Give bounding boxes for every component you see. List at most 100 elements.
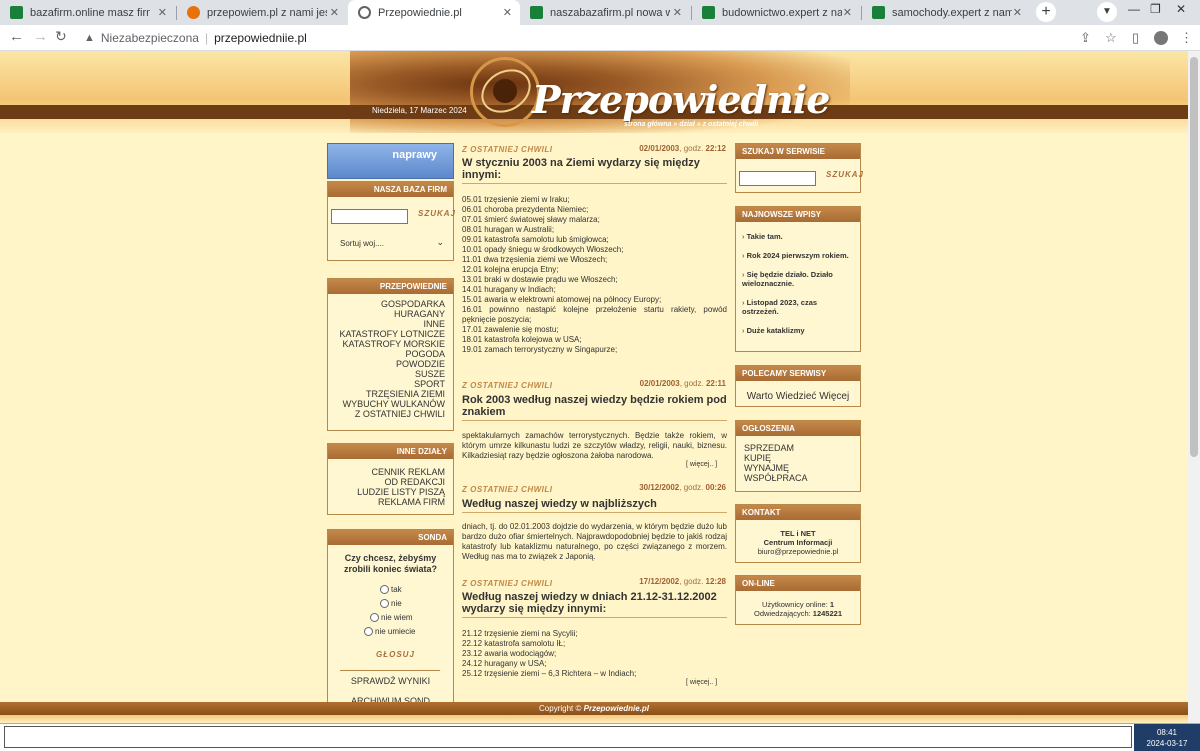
ad-link[interactable]: WSPÓŁPRACA <box>744 473 860 483</box>
box-heading: POLECAMY SERWISY <box>736 366 860 381</box>
security-label: Niezabezpieczona <box>100 31 199 45</box>
category-link[interactable]: KATASTROFY MORSKIE <box>328 339 445 349</box>
close-tab-icon[interactable]: ✕ <box>843 6 852 19</box>
article-category[interactable]: Z OSTATNIEJ CHWILI <box>462 381 552 390</box>
new-tab-button[interactable]: + <box>1036 2 1056 22</box>
side-panel-icon[interactable]: ▯ <box>1132 30 1139 46</box>
system-clock[interactable]: 08:41 2024-03-17 <box>1134 724 1200 751</box>
check-results-link[interactable]: SPRAWDŹ WYNIKI <box>328 676 453 686</box>
breadcrumb[interactable]: strona główna » dział » z ostatniej chwi… <box>624 121 758 128</box>
company-search-button[interactable]: SZUKAJ <box>418 209 456 218</box>
radio-icon[interactable] <box>380 585 389 595</box>
poll-option[interactable]: nie wiem <box>370 613 413 623</box>
company-search-input[interactable] <box>331 209 408 224</box>
restore-icon[interactable]: ❐ <box>1150 2 1161 16</box>
minimize-icon[interactable]: — <box>1128 2 1140 16</box>
category-link[interactable]: WYBUCHY WULKANÓW <box>328 399 445 409</box>
article-date: 30/12/2002, godz. 00:26 <box>639 483 726 492</box>
more-link[interactable]: [ więcej.. ] <box>686 461 717 468</box>
article-title[interactable]: Według naszej wiedzy w najbliższych <box>462 498 727 513</box>
close-tab-icon[interactable]: ✕ <box>503 6 512 19</box>
naprawy-banner[interactable]: naprawy <box>327 143 454 179</box>
post-link[interactable]: Takie tam. <box>742 232 854 241</box>
bookmark-star-icon[interactable]: ☆ <box>1105 30 1117 46</box>
section-link[interactable]: CENNIK REKLAM <box>328 467 445 477</box>
close-tab-icon[interactable]: ✕ <box>158 6 167 19</box>
article-date: 02/01/2003, godz. 22:11 <box>639 379 726 388</box>
box-heading: KONTAKT <box>736 505 860 520</box>
site-logo[interactable]: Przepowiednie <box>532 77 830 122</box>
forward-arrow-icon[interactable]: → <box>33 28 48 45</box>
share-icon[interactable]: ⇪ <box>1080 30 1091 46</box>
radio-icon[interactable] <box>370 613 379 623</box>
poll-option[interactable]: tak <box>380 585 402 595</box>
radio-icon[interactable] <box>380 599 389 609</box>
post-link[interactable]: Listopad 2023, czas ostrzeżeń. <box>742 298 854 316</box>
category-link[interactable]: KATASTROFY LOTNICZE <box>328 329 445 339</box>
article-category[interactable]: Z OSTATNIEJ CHWILI <box>462 579 552 588</box>
contact-line: TEL i NET <box>780 529 816 538</box>
vote-button[interactable]: GŁOSUJ <box>376 650 415 659</box>
profile-avatar[interactable] <box>1154 31 1168 45</box>
radio-icon[interactable] <box>364 627 373 637</box>
close-window-icon[interactable]: ✕ <box>1176 2 1186 16</box>
category-link[interactable]: INNE <box>328 319 445 329</box>
article-title[interactable]: Według naszej wiedzy w dniach 21.12-31.1… <box>462 591 727 618</box>
post-link[interactable]: Się będzie działo. Działo wieloznacznie. <box>742 270 854 288</box>
close-tab-icon[interactable]: ✕ <box>673 6 682 19</box>
article-body: 21.12 trzęsienie ziemi na Sycylii; 22.12… <box>462 629 637 678</box>
tab-przepowiem[interactable]: przepowiem.pl z nami jesteś zn ✕ <box>177 0 347 25</box>
contact-email[interactable]: biuro@przepowiednie.pl <box>736 547 860 556</box>
back-arrow-icon[interactable]: ← <box>9 28 24 45</box>
category-link[interactable]: POWODZIE <box>328 359 445 369</box>
category-link[interactable]: SPORT <box>328 379 445 389</box>
category-link[interactable]: Z OSTATNIEJ CHWILI <box>328 409 445 419</box>
menu-kebab-icon[interactable]: ⋮ <box>1180 30 1193 46</box>
post-link[interactable]: Duże kataklizmy <box>742 326 854 335</box>
article-category[interactable]: Z OSTATNIEJ CHWILI <box>462 145 552 154</box>
newest-posts-box: NAJNOWSZE WPISY Takie tam. Rok 2024 pier… <box>735 206 861 352</box>
scrollbar-thumb[interactable] <box>1190 57 1198 457</box>
section-link[interactable]: OD REDAKCJI <box>328 477 445 487</box>
taskbar-input[interactable] <box>4 726 1132 748</box>
region-select[interactable]: Sortuj woj.... ⌄ <box>336 236 446 251</box>
tab-bazafirm[interactable]: bazafirm.online masz firmę kup ✕ <box>0 0 175 25</box>
more-link[interactable]: [ więcej.. ] <box>686 679 717 686</box>
section-link[interactable]: LUDZIE LISTY PISZĄ <box>328 487 445 497</box>
reload-icon[interactable]: ↻ <box>55 28 67 45</box>
article-title[interactable]: Rok 2003 według naszej wiedzy będzie rok… <box>462 394 727 421</box>
site-search-input[interactable] <box>739 171 816 186</box>
article-title[interactable]: W styczniu 2003 na Ziemi wydarzy się mię… <box>462 157 727 184</box>
article-body: dniach, tj. do 02.01.2003 dojdzie do wyd… <box>462 522 727 561</box>
tab-search-chevron-icon[interactable]: ▼ <box>1097 2 1117 22</box>
category-link[interactable]: GOSPODARKA <box>328 299 445 309</box>
sonda-box: SONDA Czy chcesz, żebyśmy zrobili koniec… <box>327 529 454 723</box>
ad-link[interactable]: SPRZEDAM <box>744 443 860 453</box>
tab-budownictwo[interactable]: budownictwo.expert z nami jeste ✕ <box>692 0 860 25</box>
close-tab-icon[interactable]: ✕ <box>330 6 339 19</box>
close-tab-icon[interactable]: ✕ <box>1013 6 1022 19</box>
divider <box>340 670 440 671</box>
site-search-button[interactable]: SZUKAJ <box>826 170 864 179</box>
post-link[interactable]: Rok 2024 pierwszym rokiem. <box>742 251 854 260</box>
ad-link[interactable]: WYNAJMĘ <box>744 463 860 473</box>
category-link[interactable]: SUSZE <box>328 369 445 379</box>
chevron-down-icon: ⌄ <box>436 237 444 247</box>
scrollbar[interactable] <box>1188 51 1200 723</box>
article-category[interactable]: Z OSTATNIEJ CHWILI <box>462 485 552 494</box>
section-list: CENNIK REKLAM OD REDAKCJI LUDZIE LISTY P… <box>328 459 453 507</box>
poll-option[interactable]: nie umiecie <box>364 627 415 637</box>
online-users: Użytkownicy online: 1 <box>761 600 835 609</box>
section-link[interactable]: REKLAMA FIRM <box>328 497 445 507</box>
category-link[interactable]: POGODA <box>328 349 445 359</box>
tab-naszabazafirm[interactable]: naszabazafirm.pl nowa wyszukiw ✕ <box>520 0 690 25</box>
tab-przepowiednie[interactable]: Przepowiednie.pl ✕ <box>348 0 520 25</box>
site-favicon-icon <box>872 6 885 19</box>
poll-option[interactable]: nie <box>380 599 402 609</box>
recommended-link[interactable]: Warto Wiedzieć Więcej <box>736 381 860 402</box>
tab-samochody[interactable]: samochody.expert z nami jesteś ✕ <box>862 0 1030 25</box>
ad-link[interactable]: KUPIĘ <box>744 453 860 463</box>
category-link[interactable]: HURAGANY <box>328 309 445 319</box>
category-link[interactable]: TRZĘSIENIA ZIEMI <box>328 389 445 399</box>
address-bar[interactable]: ▲ Niezabezpieczona | przepowiedniie.pl <box>76 27 1066 49</box>
